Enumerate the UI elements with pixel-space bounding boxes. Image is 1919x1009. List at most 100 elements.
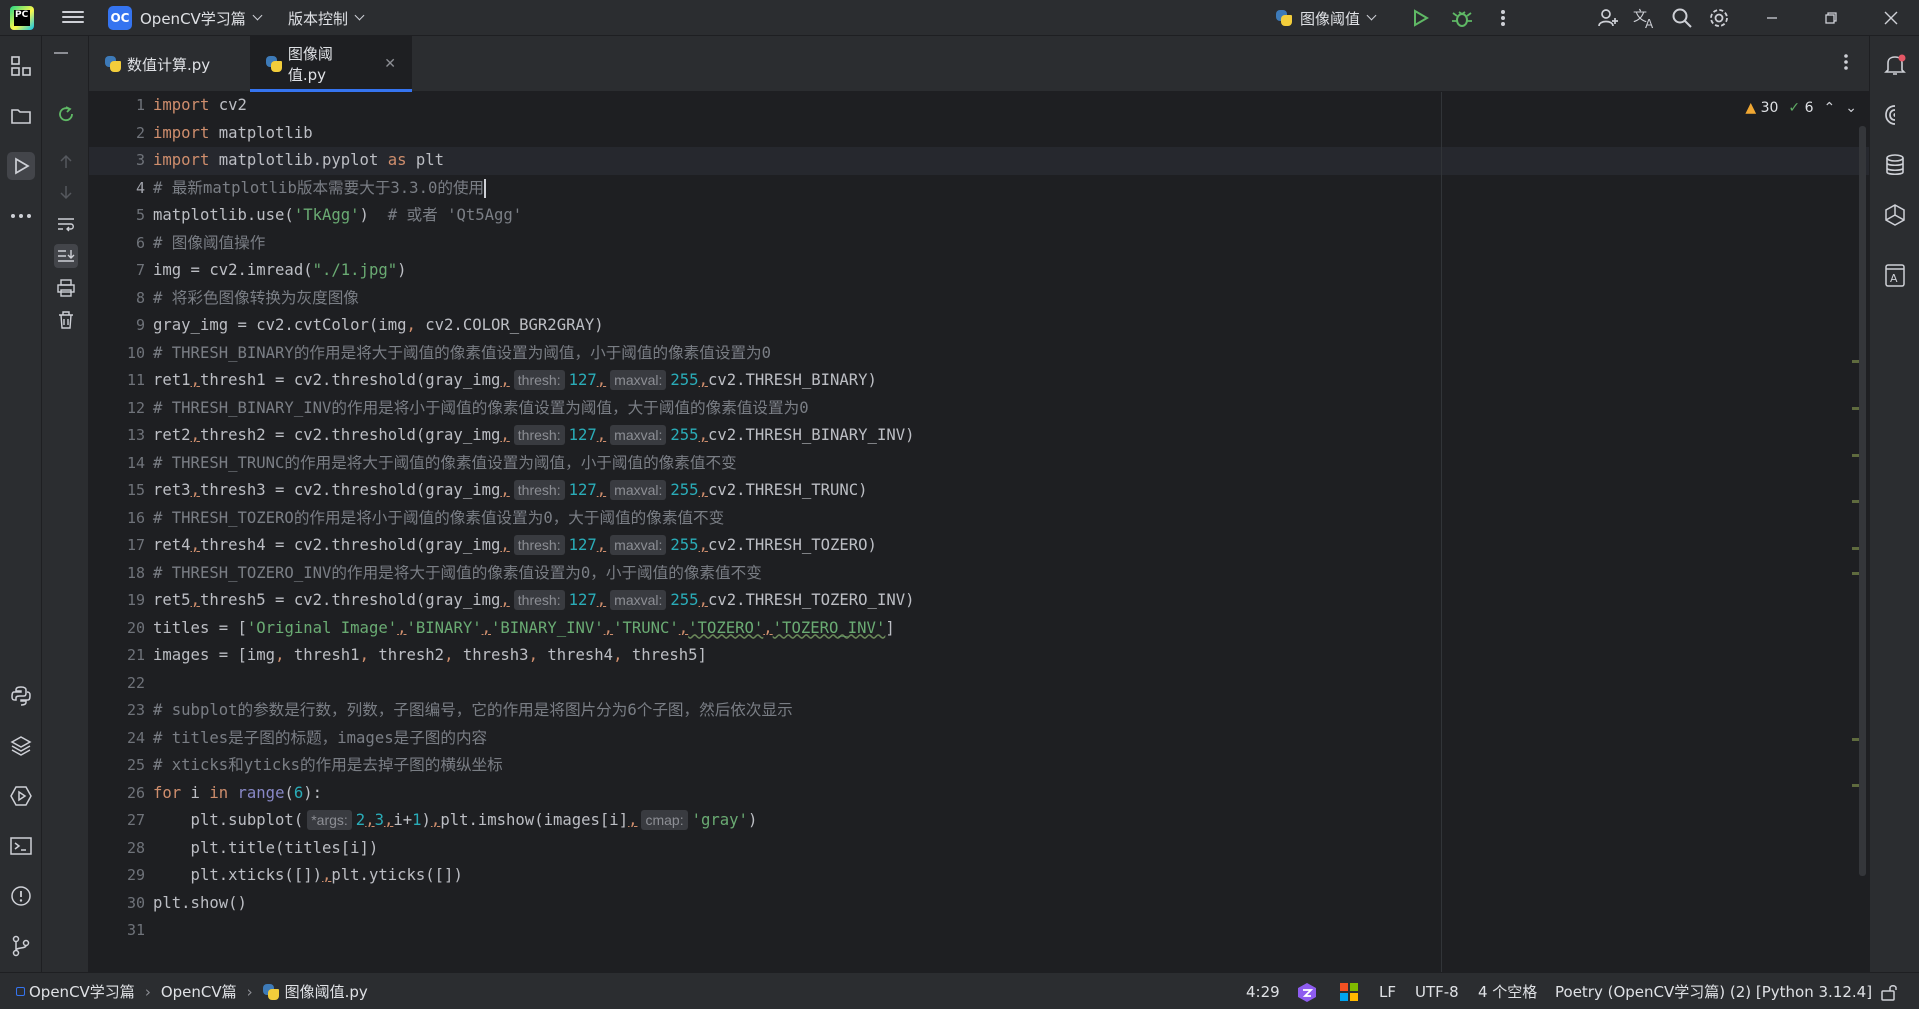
more-actions-button[interactable]: [1500, 0, 1506, 36]
breadcrumb-folder[interactable]: OpenCV篇: [161, 981, 237, 1002]
inspections-widget[interactable]: ▲ 30 ✓ 6 ⌃ ⌄: [1745, 100, 1857, 116]
vcs-menu[interactable]: 版本控制: [288, 0, 365, 36]
line-number[interactable]: 10: [89, 340, 145, 368]
next-highlight-button[interactable]: ⌄: [1845, 100, 1857, 116]
line-number[interactable]: 28: [89, 835, 145, 863]
file-encoding[interactable]: UTF-8: [1415, 973, 1459, 1009]
code-editor[interactable]: 1 2 3 4 5 6 7 8 9 10 11 12 13 14 15 16 17 18 19 20 21 22 23 24 2…: [89, 92, 1879, 972]
line-number[interactable]: 27: [89, 807, 145, 835]
code-text: ):: [303, 783, 323, 802]
git-button[interactable]: [7, 932, 35, 960]
debug-button[interactable]: [1451, 0, 1473, 36]
vertical-scrollbar[interactable]: [1859, 126, 1866, 876]
python-console-button[interactable]: [7, 682, 35, 710]
minimize-panel-icon[interactable]: [54, 52, 68, 54]
comment: # xticks和yticks的作用是去掉子图的横纵坐标: [153, 756, 503, 774]
breadcrumb-file[interactable]: 图像阈值.py: [285, 981, 368, 1002]
restore-button[interactable]: [1810, 0, 1852, 36]
line-number[interactable]: 1: [89, 92, 145, 120]
weak-warnings-indicator[interactable]: ✓ 6: [1788, 100, 1813, 116]
line-number[interactable]: 24: [89, 725, 145, 753]
print-button[interactable]: [54, 276, 78, 300]
line-number[interactable]: 18: [89, 560, 145, 588]
line-number[interactable]: 25: [89, 752, 145, 780]
line-number[interactable]: 17: [89, 532, 145, 560]
terminal-button[interactable]: [7, 832, 35, 860]
run-config-selector[interactable]: 图像阈值: [1276, 0, 1377, 36]
tab-shuzhi-jisuan[interactable]: 数值计算.py: [89, 36, 249, 92]
problems-button[interactable]: [7, 882, 35, 910]
breadcrumb-project[interactable]: OpenCV学习篇: [29, 981, 135, 1002]
soft-wrap-button[interactable]: [54, 212, 78, 236]
line-number[interactable]: 22: [89, 670, 145, 698]
project-tool-button[interactable]: [7, 102, 35, 130]
line-number[interactable]: 3: [89, 147, 145, 175]
code-line-4: # 最新matplotlib版本需要大于3.3.0的使用: [153, 175, 487, 203]
line-number[interactable]: 23: [89, 697, 145, 725]
database-button[interactable]: [1882, 152, 1908, 178]
structure-tool-button[interactable]: [7, 52, 35, 80]
line-number[interactable]: 9: [89, 312, 145, 340]
indent-setting[interactable]: 4 个空格: [1478, 973, 1537, 1009]
line-number[interactable]: 16: [89, 505, 145, 533]
line-number[interactable]: 26: [89, 780, 145, 808]
line-number[interactable]: 21: [89, 642, 145, 670]
line-number[interactable]: 8: [89, 285, 145, 313]
scroll-to-end-button[interactable]: [54, 244, 78, 268]
main-menu-icon[interactable]: [62, 8, 84, 28]
warnings-indicator[interactable]: ▲ 30: [1745, 100, 1778, 116]
line-number[interactable]: 5: [89, 202, 145, 230]
add-user-icon: [1598, 9, 1618, 27]
run-button[interactable]: [1410, 0, 1430, 36]
services-button[interactable]: [7, 782, 35, 810]
line-number[interactable]: 11: [89, 367, 145, 395]
line-number[interactable]: 31: [89, 917, 145, 945]
read-only-toggle[interactable]: [1880, 973, 1898, 1009]
scroll-up-button[interactable]: [54, 150, 78, 174]
scroll-down-button[interactable]: [54, 180, 78, 204]
code-line-19: ret5,thresh5 = cv2.threshold(gray_img, th…: [153, 587, 915, 615]
line-number[interactable]: 19: [89, 587, 145, 615]
more-tools-button[interactable]: [7, 202, 35, 230]
search-button[interactable]: [1671, 0, 1693, 36]
clear-all-button[interactable]: [54, 308, 78, 332]
project-selector[interactable]: OC OpenCV学习篇: [108, 0, 263, 36]
code-with-me-button[interactable]: [1596, 0, 1620, 36]
line-number[interactable]: 6: [89, 230, 145, 258]
line-number[interactable]: 2: [89, 120, 145, 148]
line-separator[interactable]: LF: [1379, 973, 1396, 1009]
tab-actions-button[interactable]: [1843, 52, 1849, 76]
line-number[interactable]: 4: [89, 175, 145, 203]
line-number[interactable]: 30: [89, 890, 145, 918]
ai-assistant-button[interactable]: [1882, 102, 1908, 128]
translate-button[interactable]: 文A: [1632, 0, 1658, 36]
windows-start-button[interactable]: [1340, 973, 1358, 1009]
previous-highlight-button[interactable]: ⌃: [1824, 100, 1836, 116]
python-packages-button[interactable]: [7, 732, 35, 760]
run-tool-button[interactable]: [7, 152, 35, 180]
line-number[interactable]: 15: [89, 477, 145, 505]
caret-position[interactable]: 4:29: [1246, 973, 1280, 1009]
rerun-button[interactable]: [54, 102, 78, 126]
number-literal: 1: [412, 811, 422, 829]
line-number[interactable]: 12: [89, 395, 145, 423]
notifications-button[interactable]: [1882, 52, 1908, 78]
line-number[interactable]: 7: [89, 257, 145, 285]
pycharm-logo-icon[interactable]: PC: [10, 6, 34, 30]
line-number[interactable]: 14: [89, 450, 145, 478]
plugin-button[interactable]: [1882, 202, 1908, 228]
line-number[interactable]: 29: [89, 862, 145, 890]
ocr-button[interactable]: A: [1882, 262, 1908, 288]
line-number-gutter[interactable]: 1 2 3 4 5 6 7 8 9 10 11 12 13 14 15 16 17 18 19 20 21 22 23 24 2…: [89, 92, 145, 972]
tab-tuxiang-yuzhi[interactable]: 图像阈值.py ✕: [250, 36, 412, 92]
number-literal: 255: [670, 481, 699, 499]
interpreter-selector[interactable]: Poetry (OpenCV学习篇) (2) [Python 3.12.4]: [1555, 973, 1872, 1009]
ai-status-button[interactable]: [1296, 973, 1318, 1009]
minimize-button[interactable]: [1751, 0, 1793, 36]
code-text: matplotlib: [209, 123, 313, 142]
close-tab-icon[interactable]: ✕: [384, 56, 396, 72]
settings-button[interactable]: [1708, 0, 1730, 36]
close-window-button[interactable]: [1870, 0, 1912, 36]
line-number[interactable]: 20: [89, 615, 145, 643]
line-number[interactable]: 13: [89, 422, 145, 450]
